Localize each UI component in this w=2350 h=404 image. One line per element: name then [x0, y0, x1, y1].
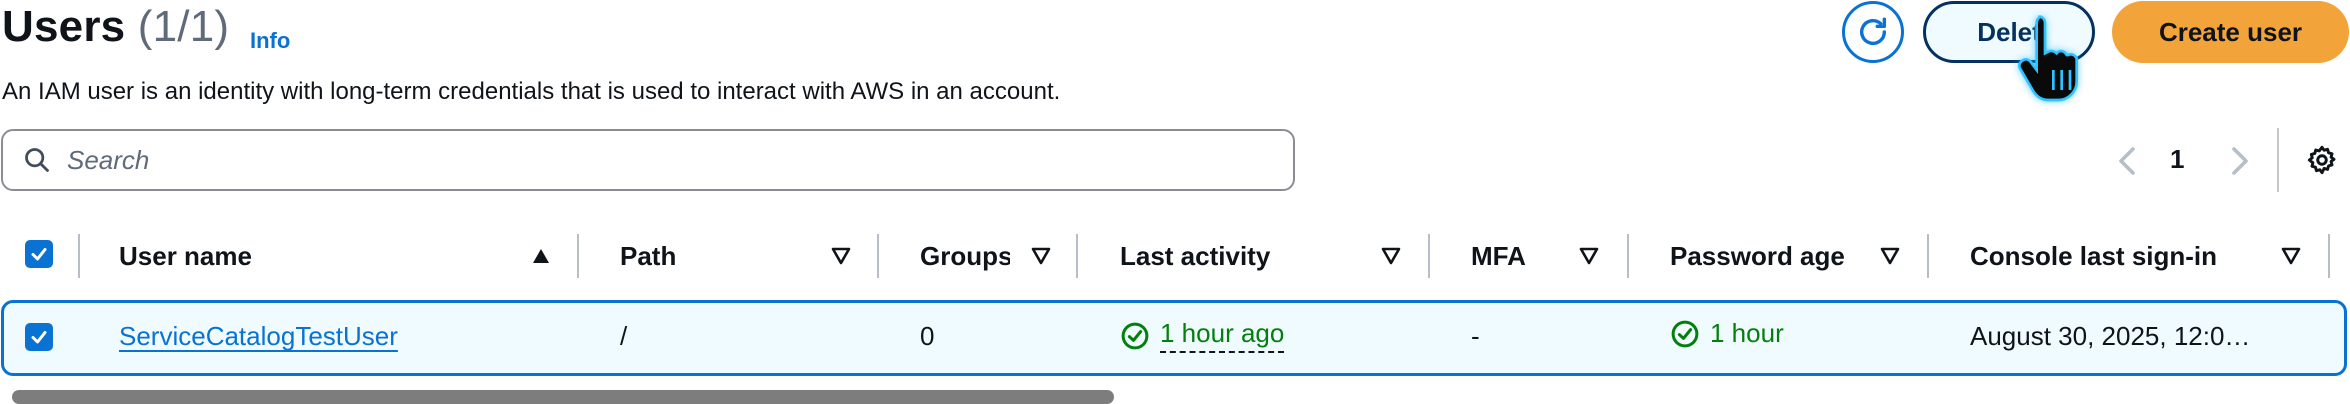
sort-icon[interactable] — [1380, 245, 1402, 267]
info-link[interactable]: Info — [250, 28, 290, 54]
mfa-cell: - — [1471, 321, 1480, 351]
column-header-console-last-sign-in[interactable]: Console last sign-in — [1970, 236, 2217, 276]
sort-ascending-icon[interactable] — [530, 245, 552, 267]
current-page-number[interactable]: 1 — [2170, 144, 2184, 175]
success-check-icon — [1671, 320, 1699, 347]
column-header-path[interactable]: Path — [620, 236, 676, 276]
column-divider — [577, 234, 579, 278]
column-header-mfa[interactable]: MFA — [1471, 236, 1526, 276]
path-cell: / — [620, 321, 628, 351]
console-last-sign-in-cell: August 30, 2025, 12:0… — [1970, 321, 2251, 351]
sort-icon[interactable] — [2280, 245, 2302, 267]
column-divider — [1927, 234, 1929, 278]
column-divider — [877, 234, 879, 278]
groups-cell: 0 — [920, 321, 935, 351]
user-count: (1/1) — [137, 2, 230, 51]
checkmark-icon — [31, 331, 47, 344]
sort-icon[interactable] — [1578, 245, 1600, 267]
next-page-button[interactable] — [2225, 144, 2255, 178]
column-divider — [1428, 234, 1430, 278]
search-icon — [25, 148, 49, 172]
previous-page-button[interactable] — [2112, 144, 2142, 178]
search-field[interactable] — [1, 129, 1295, 191]
create-user-button[interactable]: Create user — [2112, 1, 2349, 63]
page-description: An IAM user is an identity with long-ter… — [2, 78, 1061, 105]
column-divider — [1627, 234, 1629, 278]
checkmark-icon — [31, 248, 47, 261]
page-title: Users (1/1) — [2, 2, 229, 52]
sort-icon[interactable] — [1879, 245, 1901, 267]
search-input[interactable] — [65, 143, 1269, 177]
column-divider — [2328, 234, 2330, 278]
sort-icon[interactable] — [830, 245, 852, 267]
sort-icon[interactable] — [1030, 245, 1052, 267]
select-all-checkbox[interactable] — [25, 240, 53, 268]
page-title-text: Users — [2, 2, 126, 51]
password-age-value: 1 hour — [1710, 318, 1784, 348]
refresh-icon — [1859, 17, 1887, 45]
last-activity-cell: 1 hour ago — [1120, 318, 1285, 353]
horizontal-scrollbar[interactable] — [12, 390, 1114, 404]
row-select-checkbox[interactable] — [25, 323, 53, 351]
user-name-link[interactable]: ServiceCatalogTestUser — [119, 321, 398, 352]
refresh-button[interactable] — [1842, 1, 1904, 63]
column-header-last-activity[interactable]: Last activity — [1120, 236, 1270, 276]
gear-icon — [2307, 145, 2336, 175]
pointer-cursor-icon — [2018, 15, 2078, 102]
column-header-password-age[interactable]: Password age — [1670, 236, 1845, 276]
column-header-groups[interactable]: Groups — [920, 236, 1010, 276]
success-check-icon — [1121, 322, 1149, 349]
last-activity-value[interactable]: 1 hour ago — [1160, 318, 1285, 353]
password-age-cell: 1 hour — [1670, 318, 1784, 349]
column-divider — [78, 234, 80, 278]
column-divider — [1076, 234, 1078, 278]
column-header-user-name[interactable]: User name — [119, 236, 252, 276]
chevron-right-icon — [2232, 147, 2248, 175]
pagination-divider — [2277, 128, 2279, 192]
chevron-left-icon — [2119, 147, 2135, 175]
preferences-button[interactable] — [2305, 143, 2339, 177]
